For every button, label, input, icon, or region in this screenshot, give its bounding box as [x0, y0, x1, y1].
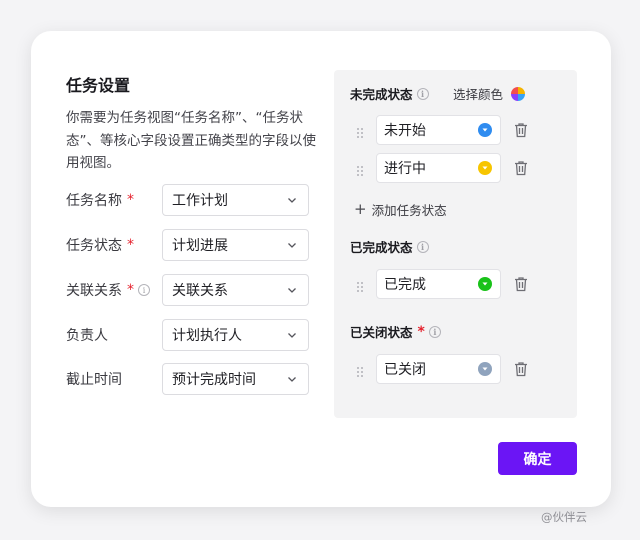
status-color-picker[interactable] — [478, 277, 492, 291]
pick-color-control[interactable]: 选择颜色 — [453, 84, 526, 103]
status-item: 进行中 — [356, 153, 528, 183]
info-icon[interactable]: i — [416, 87, 429, 100]
plus-icon: + — [354, 200, 367, 218]
closed-status-heading: 已关闭状态 * i — [350, 322, 441, 341]
field-row-deadline: 截止时间 预计完成时间 — [66, 363, 309, 395]
status-name: 已完成 — [384, 277, 426, 293]
field-label-task-status: 任务状态 — [66, 238, 122, 254]
status-item: 已关闭 — [356, 354, 528, 384]
drag-handle-icon[interactable] — [356, 162, 364, 176]
drag-handle-icon[interactable] — [356, 278, 364, 292]
status-name: 未开始 — [384, 123, 426, 139]
add-status-button[interactable]: + 添加任务状态 — [354, 200, 447, 219]
drag-handle-icon[interactable] — [356, 363, 364, 377]
info-icon[interactable]: i — [428, 325, 441, 338]
status-name: 进行中 — [384, 161, 426, 177]
field-row-task-name: 任务名称 * 工作计划 — [66, 184, 309, 216]
chevron-down-icon — [286, 329, 298, 341]
relation-select-value: 关联关系 — [172, 283, 228, 299]
status-name-input[interactable]: 已完成 — [376, 269, 501, 299]
chevron-down-icon — [286, 239, 298, 251]
status-name-input[interactable]: 未开始 — [376, 115, 501, 145]
deadline-select[interactable]: 预计完成时间 — [162, 363, 309, 395]
dialog-description: 你需要为任务视图“任务名称”、“任务状态”、等核心字段设置正确类型的字段以使用视… — [66, 110, 316, 171]
status-name-input[interactable]: 进行中 — [376, 153, 501, 183]
info-icon[interactable]: i — [138, 284, 150, 296]
status-item: 已完成 — [356, 269, 528, 299]
trash-icon[interactable] — [514, 122, 528, 138]
status-color-picker[interactable] — [478, 362, 492, 376]
required-mark: * — [127, 192, 134, 208]
add-status-label: 添加任务状态 — [371, 203, 447, 218]
field-row-task-status: 任务状态 * 计划进展 — [66, 229, 309, 261]
task-name-select-value: 工作计划 — [172, 193, 228, 209]
required-mark: * — [417, 323, 425, 340]
field-label-relation: 关联关系 — [66, 283, 122, 299]
status-item: 未开始 — [356, 115, 528, 145]
field-row-relation: 关联关系 * i 关联关系 — [66, 274, 309, 306]
chevron-down-icon — [286, 194, 298, 206]
field-row-assignee: 负责人 计划执行人 — [66, 319, 309, 351]
trash-icon[interactable] — [514, 361, 528, 377]
dialog-title: 任务设置 — [66, 76, 131, 95]
completed-status-heading: 已完成状态 i — [350, 237, 429, 256]
trash-icon[interactable] — [514, 276, 528, 292]
info-icon[interactable]: i — [416, 240, 429, 253]
field-label-assignee: 负责人 — [66, 328, 108, 344]
field-label-deadline: 截止时间 — [66, 372, 122, 388]
field-label-task-name: 任务名称 — [66, 193, 122, 209]
status-name: 已关闭 — [384, 362, 426, 378]
task-settings-dialog: 任务设置 你需要为任务视图“任务名称”、“任务状态”、等核心字段设置正确类型的字… — [31, 31, 611, 507]
required-mark: * — [127, 282, 134, 298]
pick-color-label: 选择颜色 — [453, 87, 504, 102]
relation-select[interactable]: 关联关系 — [162, 274, 309, 306]
status-color-picker[interactable] — [478, 161, 492, 175]
drag-handle-icon[interactable] — [356, 124, 364, 138]
assignee-select[interactable]: 计划执行人 — [162, 319, 309, 351]
task-status-select[interactable]: 计划进展 — [162, 229, 309, 261]
deadline-select-value: 预计完成时间 — [172, 372, 256, 388]
trash-icon[interactable] — [514, 160, 528, 176]
task-status-select-value: 计划进展 — [172, 238, 228, 254]
chevron-down-icon — [286, 373, 298, 385]
watermark: @伙伴云 — [541, 510, 587, 524]
color-palette-icon[interactable] — [511, 86, 526, 101]
required-mark: * — [127, 237, 134, 253]
status-name-input[interactable]: 已关闭 — [376, 354, 501, 384]
assignee-select-value: 计划执行人 — [172, 328, 242, 344]
chevron-down-icon — [286, 284, 298, 296]
status-color-picker[interactable] — [478, 123, 492, 137]
status-panel: 未完成状态 i 选择颜色 未开始 进行中 + 添加任务状态 已完成状态 i 已完… — [334, 70, 577, 418]
incomplete-status-heading: 未完成状态 i — [350, 84, 429, 103]
confirm-button[interactable]: 确定 — [498, 442, 577, 475]
task-name-select[interactable]: 工作计划 — [162, 184, 309, 216]
